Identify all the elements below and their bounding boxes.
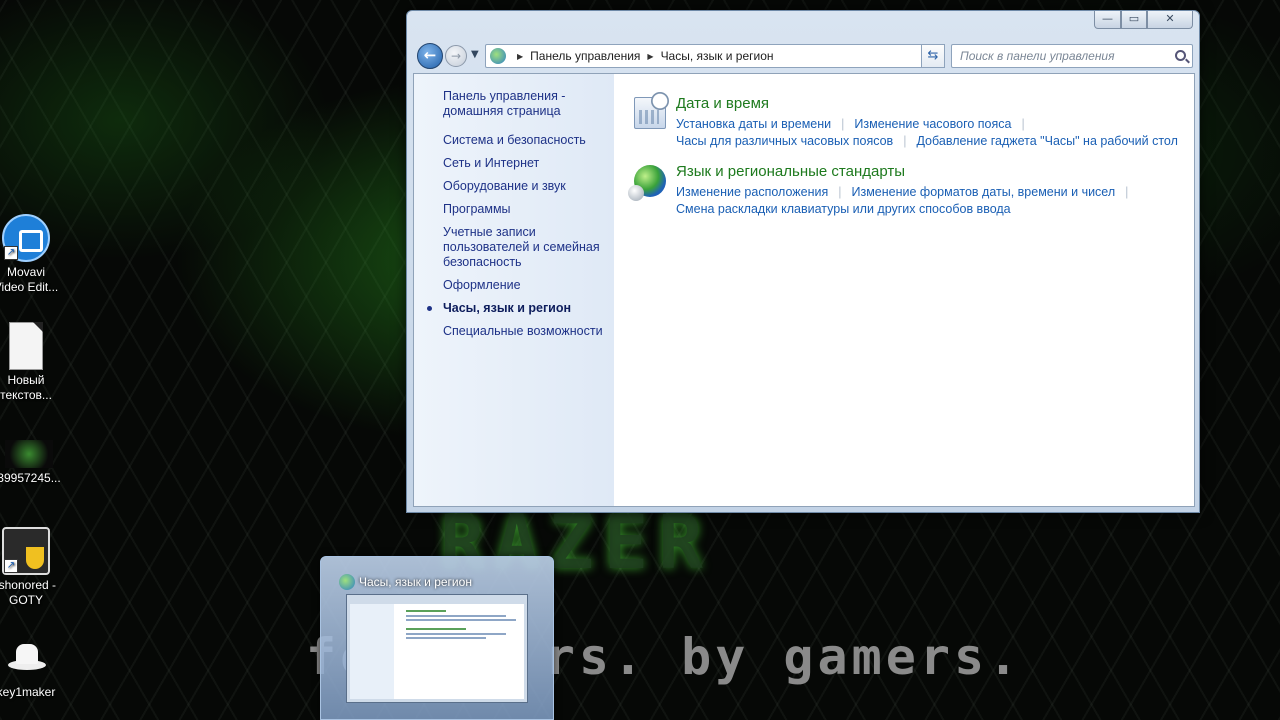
sidebar-item-home[interactable]: Панель управления - домашняя страница	[443, 89, 593, 119]
navigation-bar: ← → ▼ ▶ Панель управления ▶ Часы, язык и…	[415, 43, 1193, 69]
taskbar-thumbnail[interactable]: Часы, язык и регион	[320, 556, 554, 720]
sidebar-item-user-accounts[interactable]: Учетные записи пользователей и семейная …	[443, 225, 603, 270]
window-client-area: Панель управления - домашняя страница Си…	[413, 73, 1195, 507]
link-change-keyboards[interactable]: Смена раскладки клавиатуры или других сп…	[676, 202, 1011, 216]
address-bar[interactable]: ▶ Панель управления ▶ Часы, язык и регио…	[485, 44, 943, 68]
caption-buttons: — ▭ ✕	[1094, 11, 1193, 29]
globe-icon[interactable]	[628, 165, 666, 201]
forward-button[interactable]: →	[445, 45, 467, 67]
clock-calendar-icon[interactable]	[634, 92, 669, 129]
category-links: Установка даты и времени | Изменение часов…	[676, 117, 1178, 148]
desktop-icon-label: ishonored - GOTY	[0, 578, 57, 607]
white-hat-icon	[2, 634, 50, 682]
refresh-button[interactable]: ⇆	[921, 44, 945, 68]
category-date-time: Дата и время Установка даты и времени | Из…	[634, 92, 1194, 150]
breadcrumb-control-panel[interactable]: Панель управления	[530, 49, 640, 63]
category-links: Изменение расположения | Изменение формато…	[676, 185, 1129, 216]
category-title[interactable]: Дата и время	[676, 94, 1194, 114]
link-add-clock-gadget[interactable]: Добавление гаджета "Часы" на рабочий сто…	[916, 134, 1177, 148]
sidebar-item-appearance[interactable]: Оформление	[443, 278, 614, 293]
desktop-icon-image-file[interactable]: 39957245...	[0, 440, 67, 486]
desktop-icon-label: Новый текстов...	[0, 373, 52, 402]
sidebar-item-system-security[interactable]: Система и безопасность	[443, 133, 614, 148]
chevron-down-icon: ▼	[471, 49, 479, 60]
control-panel-icon	[339, 574, 355, 590]
desktop-icon-dishonored[interactable]: ↗ ishonored - GOTY	[0, 527, 64, 608]
recent-pages-dropdown[interactable]: ▼	[471, 49, 479, 60]
breadcrumb-arrow-icon[interactable]: ▶	[517, 52, 523, 61]
desktop-icon-label: key1maker	[0, 685, 56, 699]
desktop-icon-key1maker[interactable]: key1maker	[0, 634, 64, 700]
movavi-app-icon: ↗	[2, 214, 50, 262]
thumbnail-window-preview	[346, 594, 528, 703]
link-change-formats[interactable]: Изменение форматов даты, времени и чисел	[852, 185, 1116, 199]
refresh-icon: ⇆	[927, 48, 939, 63]
minimize-button[interactable]: —	[1094, 11, 1121, 29]
sidebar: Панель управления - домашняя страница Си…	[414, 74, 614, 506]
control-panel-icon	[490, 48, 506, 64]
main-content: Дата и время Установка даты и времени | Из…	[614, 74, 1194, 506]
sidebar-item-clock-language-region[interactable]: Часы, язык и регион	[427, 301, 614, 316]
sidebar-item-programs[interactable]: Программы	[443, 202, 614, 217]
arrow-right-icon: →	[450, 49, 462, 63]
search-icon[interactable]	[1175, 50, 1186, 61]
thumbnail-title: Часы, язык и регион	[359, 575, 472, 589]
control-panel-window: — ▭ ✕ ← → ▼ ▶ Панель управления ▶ Часы, …	[406, 10, 1200, 513]
search-placeholder: Поиск в панели управления	[960, 49, 1115, 63]
maximize-button[interactable]: ▭	[1121, 11, 1147, 29]
arrow-left-icon: ←	[423, 46, 437, 64]
text-document-icon	[9, 322, 43, 370]
dishonored-game-icon: ↗	[2, 527, 50, 575]
link-change-location[interactable]: Изменение расположения	[676, 185, 828, 199]
sidebar-item-accessibility[interactable]: Специальные возможности	[443, 324, 614, 339]
desktop-icon-text-document[interactable]: Новый текстов...	[0, 322, 64, 403]
search-input[interactable]: Поиск в панели управления	[951, 44, 1193, 68]
link-additional-clocks[interactable]: Часы для различных часовых поясов	[676, 134, 893, 148]
sidebar-item-network[interactable]: Сеть и Интернет	[443, 156, 614, 171]
category-region-language: Язык и региональные стандарты Изменение …	[628, 162, 1194, 218]
desktop-icon-label: Movavi Video Edit...	[0, 265, 59, 294]
back-button[interactable]: ←	[417, 43, 443, 69]
thumbnail-sidebar	[350, 604, 394, 699]
link-set-date-time[interactable]: Установка даты и времени	[676, 117, 831, 131]
breadcrumb-arrow-icon[interactable]: ▶	[647, 52, 653, 61]
breadcrumb-clock-language-region[interactable]: Часы, язык и регион	[661, 49, 774, 63]
image-file-icon	[5, 440, 53, 468]
thumbnail-content	[394, 604, 524, 699]
desktop-icon-label: 39957245...	[0, 471, 61, 485]
link-change-time-zone[interactable]: Изменение часового пояса	[854, 117, 1011, 131]
close-button[interactable]: ✕	[1147, 11, 1193, 29]
desktop-icon-movavi[interactable]: ↗ Movavi Video Edit...	[0, 214, 64, 295]
sidebar-item-hardware-sound[interactable]: Оборудование и звук	[443, 179, 614, 194]
category-title[interactable]: Язык и региональные стандарты	[676, 162, 1194, 182]
